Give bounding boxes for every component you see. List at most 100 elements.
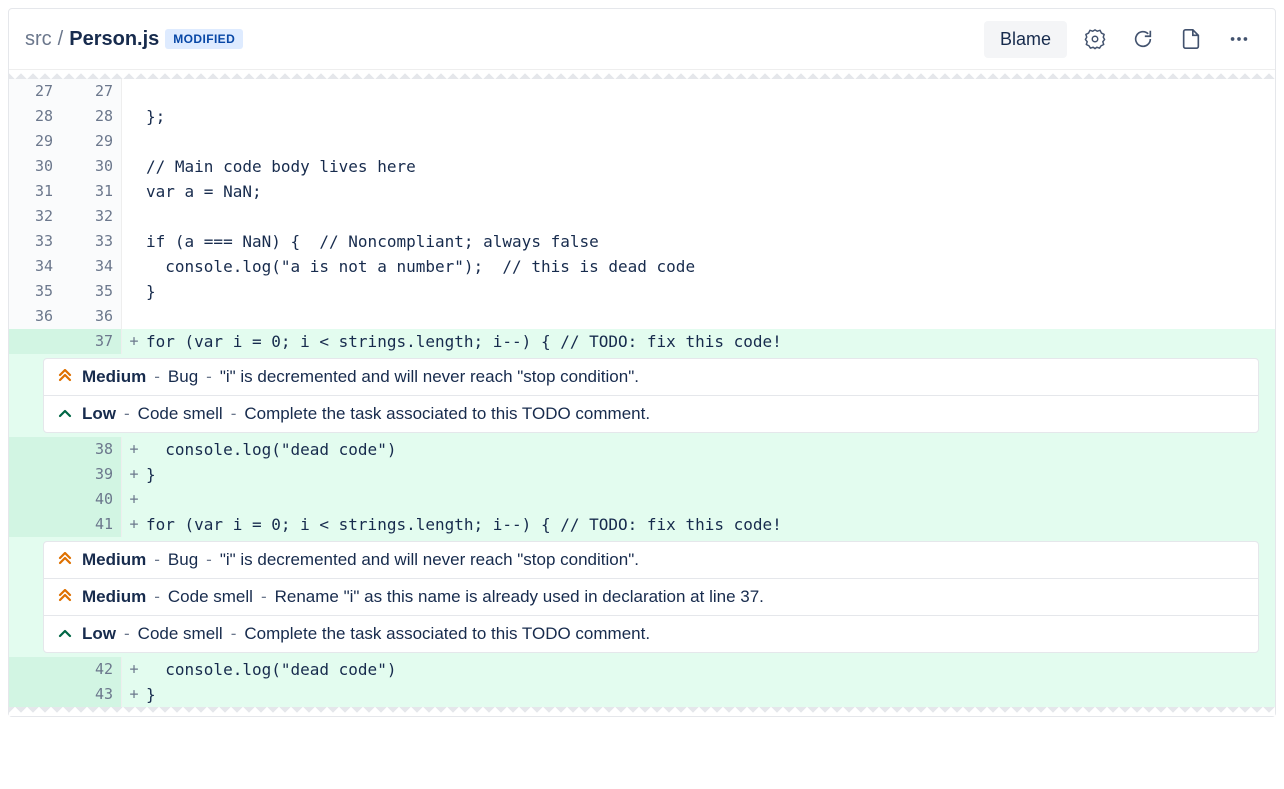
line-gutter[interactable]: 2828 [9, 104, 122, 129]
code-content: }; [146, 104, 1275, 129]
old-line-number: 35 [9, 279, 65, 304]
file-diff-panel: src / Person.js MODIFIED Blame 27272828}… [8, 8, 1276, 717]
line-gutter[interactable]: 2929 [9, 129, 122, 154]
dash: - [206, 367, 212, 387]
diff-line: 2727 [9, 79, 1275, 104]
old-line-number [9, 657, 65, 682]
new-line-number: 36 [65, 304, 121, 329]
line-gutter[interactable]: 43 [9, 682, 122, 707]
issue-group: Medium-Bug-"i" is decremented and will n… [9, 354, 1275, 437]
blame-button[interactable]: Blame [984, 21, 1067, 58]
old-line-number: 27 [9, 79, 65, 104]
code-content: } [146, 682, 1275, 707]
line-gutter[interactable]: 3434 [9, 254, 122, 279]
line-gutter[interactable]: 3030 [9, 154, 122, 179]
issue-message: "i" is decremented and will never reach … [220, 367, 639, 387]
status-badge: MODIFIED [165, 29, 243, 49]
collapsed-region-indicator-top[interactable] [9, 70, 1275, 79]
line-gutter[interactable]: 37 [9, 329, 122, 354]
line-gutter[interactable]: 39 [9, 462, 122, 487]
line-gutter[interactable]: 38 [9, 437, 122, 462]
line-gutter[interactable]: 40 [9, 487, 122, 512]
breadcrumb-file[interactable]: Person.js [69, 28, 159, 51]
page-icon[interactable] [1171, 19, 1211, 59]
diff-marker [122, 129, 146, 154]
issue-message: Rename "i" as this name is already used … [275, 587, 764, 607]
line-gutter[interactable]: 3232 [9, 204, 122, 229]
diff-marker [122, 204, 146, 229]
issue-type: Code smell [138, 404, 223, 424]
file-header: src / Person.js MODIFIED Blame [9, 9, 1275, 70]
old-line-number: 30 [9, 154, 65, 179]
issue-group: Medium-Bug-"i" is decremented and will n… [9, 537, 1275, 657]
new-line-number: 29 [65, 129, 121, 154]
diff-marker: + [122, 512, 146, 537]
gear-icon[interactable] [1075, 19, 1115, 59]
issue-row[interactable]: Low-Code smell-Complete the task associa… [44, 615, 1258, 652]
issue-row[interactable]: Low-Code smell-Complete the task associa… [44, 395, 1258, 432]
code-content: for (var i = 0; i < strings.length; i--)… [146, 329, 1275, 354]
issue-type: Code smell [138, 624, 223, 644]
dash: - [154, 550, 160, 570]
diff-marker [122, 179, 146, 204]
diff-line: 3535} [9, 279, 1275, 304]
severity-medium-icon [56, 551, 74, 569]
old-line-number [9, 487, 65, 512]
diff-marker: + [122, 437, 146, 462]
code-content: } [146, 279, 1275, 304]
new-line-number: 39 [65, 462, 121, 487]
issue-message: "i" is decremented and will never reach … [220, 550, 639, 570]
old-line-number [9, 329, 65, 354]
collapsed-region-indicator-bottom[interactable] [9, 707, 1275, 716]
diff-marker: + [122, 657, 146, 682]
new-line-number: 42 [65, 657, 121, 682]
new-line-number: 38 [65, 437, 121, 462]
old-line-number [9, 462, 65, 487]
new-line-number: 43 [65, 682, 121, 707]
more-icon[interactable] [1219, 19, 1259, 59]
diff-line: 39+} [9, 462, 1275, 487]
diff-marker: + [122, 329, 146, 354]
new-line-number: 28 [65, 104, 121, 129]
issue-severity: Medium [82, 587, 146, 607]
line-gutter[interactable]: 3636 [9, 304, 122, 329]
diff-marker [122, 304, 146, 329]
breadcrumb: src / Person.js MODIFIED [25, 28, 976, 51]
diff-body: 27272828};29293030// Main code body live… [9, 79, 1275, 707]
code-content [146, 487, 1275, 512]
issue-type: Bug [168, 550, 198, 570]
line-gutter[interactable]: 3131 [9, 179, 122, 204]
diff-marker [122, 279, 146, 304]
code-content: var a = NaN; [146, 179, 1275, 204]
line-gutter[interactable]: 42 [9, 657, 122, 682]
diff-line: 3434 console.log("a is not a number"); /… [9, 254, 1275, 279]
line-gutter[interactable]: 3333 [9, 229, 122, 254]
issue-severity: Low [82, 404, 116, 424]
line-gutter[interactable]: 41 [9, 512, 122, 537]
severity-medium-icon [56, 588, 74, 606]
dash: - [124, 404, 130, 424]
code-content [146, 129, 1275, 154]
diff-line: 3131 var a = NaN; [9, 179, 1275, 204]
new-line-number: 33 [65, 229, 121, 254]
code-content: console.log("a is not a number"); // thi… [146, 254, 1275, 279]
refresh-icon[interactable] [1123, 19, 1163, 59]
issue-row[interactable]: Medium-Code smell-Rename "i" as this nam… [44, 578, 1258, 615]
issue-severity: Medium [82, 367, 146, 387]
breadcrumb-dir[interactable]: src [25, 28, 52, 51]
diff-line: 43+} [9, 682, 1275, 707]
code-content: if (a === NaN) { // Noncompliant; always… [146, 229, 1275, 254]
issue-type: Code smell [168, 587, 253, 607]
issue-row[interactable]: Medium-Bug-"i" is decremented and will n… [44, 359, 1258, 395]
severity-low-icon [56, 625, 74, 643]
dash: - [206, 550, 212, 570]
issue-type: Bug [168, 367, 198, 387]
issue-row[interactable]: Medium-Bug-"i" is decremented and will n… [44, 542, 1258, 578]
severity-low-icon [56, 405, 74, 423]
line-gutter[interactable]: 3535 [9, 279, 122, 304]
dash: - [154, 367, 160, 387]
new-line-number: 37 [65, 329, 121, 354]
dash: - [231, 624, 237, 644]
line-gutter[interactable]: 2727 [9, 79, 122, 104]
diff-marker [122, 254, 146, 279]
